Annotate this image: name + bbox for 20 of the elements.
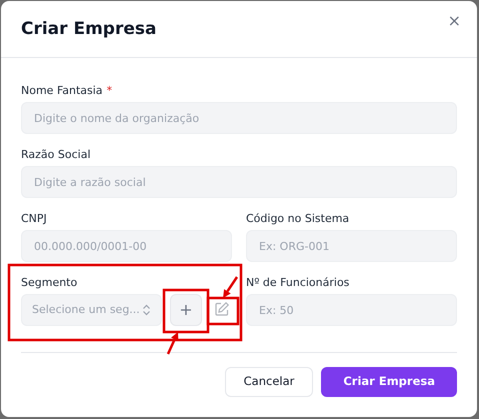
field-label: CNPJ [21, 211, 47, 226]
add-button[interactable]: + [170, 294, 202, 326]
annotation-arrow [166, 332, 178, 355]
field-label: Nome Fantasia [21, 83, 103, 98]
required-mark: * [106, 83, 112, 98]
field-label: Segmento [21, 275, 78, 290]
create-button[interactable]: Criar Empresa [321, 367, 457, 397]
close-button[interactable]: × [446, 11, 463, 31]
input-field[interactable]: Ex: 50 [246, 294, 457, 326]
field-label: Código no Sistema [246, 211, 350, 226]
field-label: Nº de Funcionários [246, 275, 350, 290]
field-label: Razão Social [21, 147, 90, 162]
input-field[interactable]: Digite o nome da organização [21, 102, 457, 134]
cancel-button[interactable]: Cancelar [224, 367, 314, 397]
input-field[interactable]: Ex: ORG-001 [246, 230, 457, 262]
input-field[interactable]: 00.000.000/0001-00 [21, 230, 232, 262]
annotation-arrow [223, 276, 238, 298]
chevron-icon [142, 304, 151, 316]
dialog-title: Criar Empresa [21, 18, 156, 40]
input-field[interactable]: Digite a razão social [21, 166, 457, 198]
